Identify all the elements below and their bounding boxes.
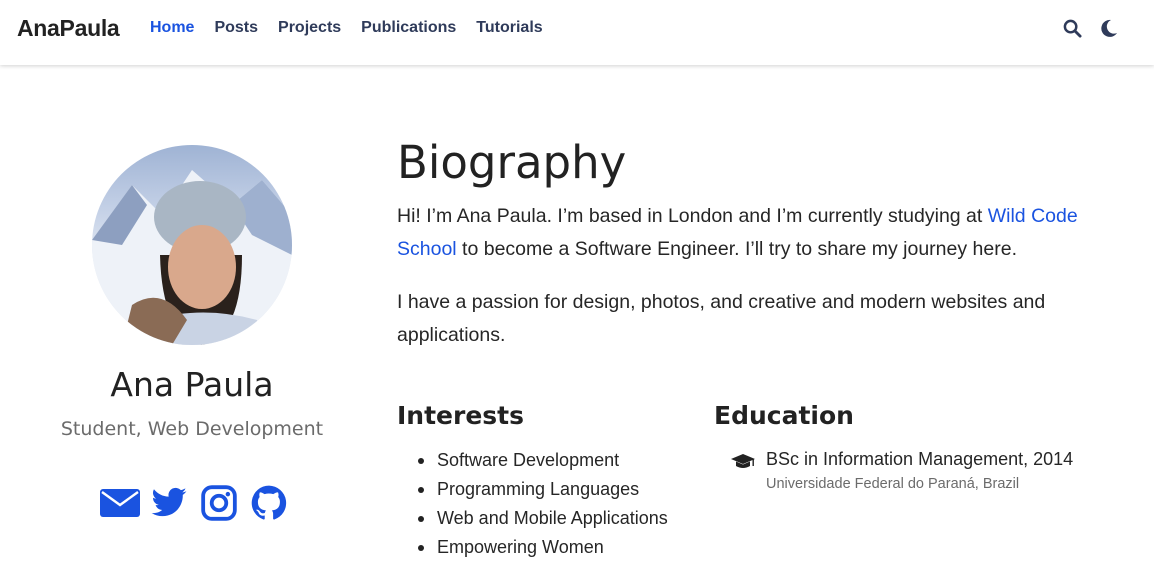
bio-text-start: Hi! I’m Ana Paula. I’m based in London a… [397, 205, 988, 227]
navbar: AnaPaula Home Posts Projects Publication… [0, 0, 1154, 65]
nav-projects[interactable]: Projects [278, 19, 341, 37]
bio-text-end: to become a Software Engineer. I’ll try … [456, 238, 1017, 260]
envelope-icon[interactable] [100, 484, 140, 522]
nav-home[interactable]: Home [150, 19, 194, 37]
interests-list: Software Development Programming Languag… [418, 446, 668, 562]
education-title: Education [714, 401, 854, 430]
brand-logo[interactable]: AnaPaula [17, 15, 120, 42]
list-item: Software Development [418, 446, 668, 475]
twitter-icon[interactable] [150, 484, 188, 522]
interests-title: Interests [397, 401, 525, 430]
graduation-cap-icon [731, 452, 755, 472]
moon-icon[interactable] [1100, 19, 1120, 39]
main-nav: Home Posts Projects Publications Tutoria… [150, 19, 563, 37]
education-institution: Universidade Federal do Paraná, Brazil [766, 476, 1020, 492]
avatar [92, 145, 292, 345]
search-icon[interactable] [1063, 19, 1083, 39]
profile-role: Student, Web Development [60, 418, 324, 440]
biography-title: Biography [397, 136, 627, 189]
list-item: Programming Languages [418, 475, 668, 504]
instagram-icon[interactable] [200, 484, 238, 522]
list-item: Empowering Women [418, 533, 668, 562]
nav-publications[interactable]: Publications [361, 19, 456, 37]
biography-paragraph-1: Hi! I’m Ana Paula. I’m based in London a… [397, 200, 1097, 266]
list-item: Web and Mobile Applications [418, 504, 668, 533]
nav-posts[interactable]: Posts [214, 19, 258, 37]
education-course: BSc in Information Management, 2014 [766, 449, 1074, 469]
biography-paragraph-2: I have a passion for design, photos, and… [397, 291, 1046, 346]
github-icon[interactable] [250, 484, 288, 522]
nav-tutorials[interactable]: Tutorials [476, 19, 542, 37]
social-links [100, 484, 288, 522]
profile-name: Ana Paula [110, 365, 274, 404]
